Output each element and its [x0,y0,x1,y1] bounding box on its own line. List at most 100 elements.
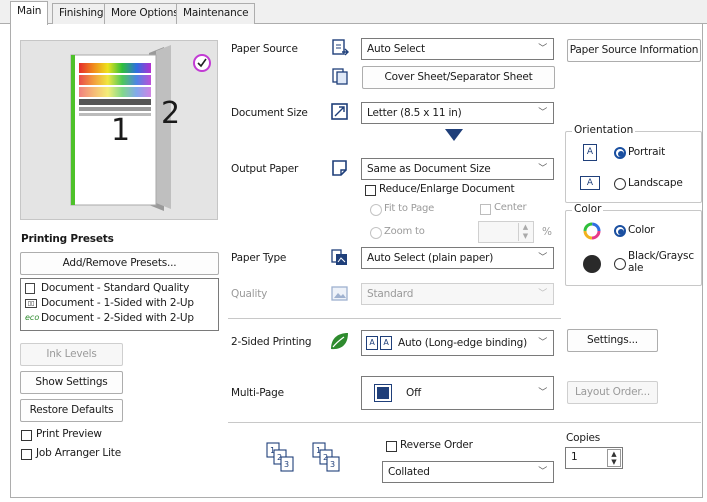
chevron-down-icon: ﹀ [538,44,547,54]
output-paper-value: Same as Document Size [367,163,491,175]
multi-page-select[interactable]: Off ﹀ [361,376,554,410]
orientation-group [565,131,702,203]
collate-icon: 123 123 [266,442,340,472]
layout-order-button[interactable]: Layout Order... [567,381,658,404]
svg-text:1: 1 [270,446,275,455]
paper-source-icon [332,39,349,56]
portrait-radio[interactable] [614,147,626,159]
show-settings-button[interactable]: Show Settings [20,371,123,394]
print-preview-checkbox[interactable] [21,430,32,441]
arrow-down-icon [445,129,463,141]
preview-page-number-2: 2 [161,96,181,131]
fit-to-page-label: Fit to Page [384,203,435,214]
single-page-icon [374,384,392,402]
tab-maintenance[interactable]: Maintenance [176,3,256,24]
svg-text:3: 3 [284,460,289,469]
copies-value: 1 [571,451,578,463]
reduce-enlarge-checkbox[interactable] [365,185,376,196]
paper-source-value: Auto Select [367,43,425,55]
add-remove-presets-button[interactable]: Add/Remove Presets... [20,252,219,275]
chevron-down-icon: ﹀ [538,164,547,174]
presets-list[interactable]: Document - Standard Quality ▯▯ Document … [20,278,219,331]
quality-select[interactable]: Standard ﹀ [361,283,554,305]
two-sided-label: 2-Sided Printing [231,336,312,348]
collate-value: Collated [388,466,430,478]
color-radio[interactable] [614,225,626,237]
tab-more-options[interactable]: More Options [104,3,186,24]
page-a-icon: A [366,336,378,350]
tab-main[interactable]: Main [10,1,49,25]
tab-bar: Main Finishing More Options Maintenance [0,0,707,25]
page-preview: 1 2 [20,40,218,220]
spin-buttons[interactable]: ▲ ▼ [518,223,532,241]
orientation-title: Orientation [572,124,636,136]
copies-spin-buttons[interactable]: ▲ ▼ [607,449,621,467]
black-circle-icon [583,255,601,273]
paper-type-icon [331,249,347,265]
zoom-unit-label: % [542,226,552,238]
center-label: Center [494,202,527,213]
chevron-down-icon: ﹀ [538,108,547,118]
preview-page-number-1: 1 [111,113,131,148]
cover-sheet-button[interactable]: Cover Sheet/Separator Sheet [362,66,555,89]
two-sided-value: Auto (Long-edge binding) [398,337,528,349]
chevron-down-icon: ﹀ [538,253,547,263]
document-size-icon [331,103,348,120]
reverse-order-checkbox[interactable] [386,441,397,452]
portrait-icon: A [583,144,597,161]
copies-label: Copies [566,432,601,444]
landscape-radio[interactable] [614,178,626,190]
preset-label: Document - 2-Sided with 2-Up [41,312,194,324]
leaf-icon [331,333,348,350]
color-option-label: Color [628,224,655,236]
chevron-down-icon: ﹀ [538,388,547,398]
eco-icon: eco [25,313,40,322]
paper-type-value: Auto Select (plain paper) [367,252,494,264]
svg-text:3: 3 [330,460,335,469]
center-checkbox[interactable] [480,204,491,215]
copies-input[interactable]: 1 ▲ ▼ [565,447,623,469]
svg-text:1: 1 [316,446,321,455]
output-paper-label: Output Paper [231,163,299,175]
multi-page-value: Off [406,387,422,399]
fit-to-page-radio[interactable] [370,204,382,216]
chevron-down-icon: ﹀ [538,289,547,299]
zoom-percent-input[interactable]: ▲ ▼ [478,221,534,243]
reverse-order-label: Reverse Order [400,439,473,451]
two-sided-select[interactable]: A A Auto (Long-edge binding) ﹀ [361,330,554,356]
output-paper-select[interactable]: Same as Document Size ﹀ [361,158,554,180]
document-size-select[interactable]: Letter (8.5 x 11 in) ﹀ [361,102,554,124]
zoom-to-radio[interactable] [370,227,382,239]
divider [228,318,561,319]
document-icon [25,283,35,294]
two-sided-settings-button[interactable]: Settings... [567,329,658,352]
svg-text:2: 2 [323,453,328,462]
divider [228,422,701,423]
document-size-label: Document Size [231,107,308,119]
cover-sheet-icon [332,68,348,85]
collate-select[interactable]: Collated ﹀ [382,461,554,483]
paper-type-label: Paper Type [231,252,287,264]
ink-levels-button[interactable]: Ink Levels [20,343,123,366]
paper-source-information-button[interactable]: Paper Source Information [567,39,701,62]
output-paper-icon [332,160,347,176]
paper-source-select[interactable]: Auto Select ﹀ [361,38,554,60]
quality-icon [331,286,348,301]
multi-page-label: Multi-Page [231,387,284,399]
tab-finishing[interactable]: Finishing [52,3,111,24]
print-preview-label: Print Preview [36,428,102,440]
landscape-icon: A [580,176,600,190]
preset-label: Document - Standard Quality [41,282,190,294]
black-grayscale-radio[interactable] [614,258,626,270]
page-a-icon: A [380,336,392,350]
paper-type-select[interactable]: Auto Select (plain paper) ﹀ [361,247,554,269]
reduce-enlarge-label: Reduce/Enlarge Document [379,183,515,195]
chevron-down-icon: ﹀ [538,338,547,348]
quality-label: Quality [231,288,268,300]
paper-source-label: Paper Source [231,43,298,55]
black-grayscale-label: Black/Grayscale [628,250,694,274]
restore-defaults-button[interactable]: Restore Defaults [20,399,123,422]
landscape-label: Landscape [628,177,683,189]
zoom-to-label: Zoom to [384,226,425,237]
job-arranger-lite-checkbox[interactable] [21,449,32,460]
